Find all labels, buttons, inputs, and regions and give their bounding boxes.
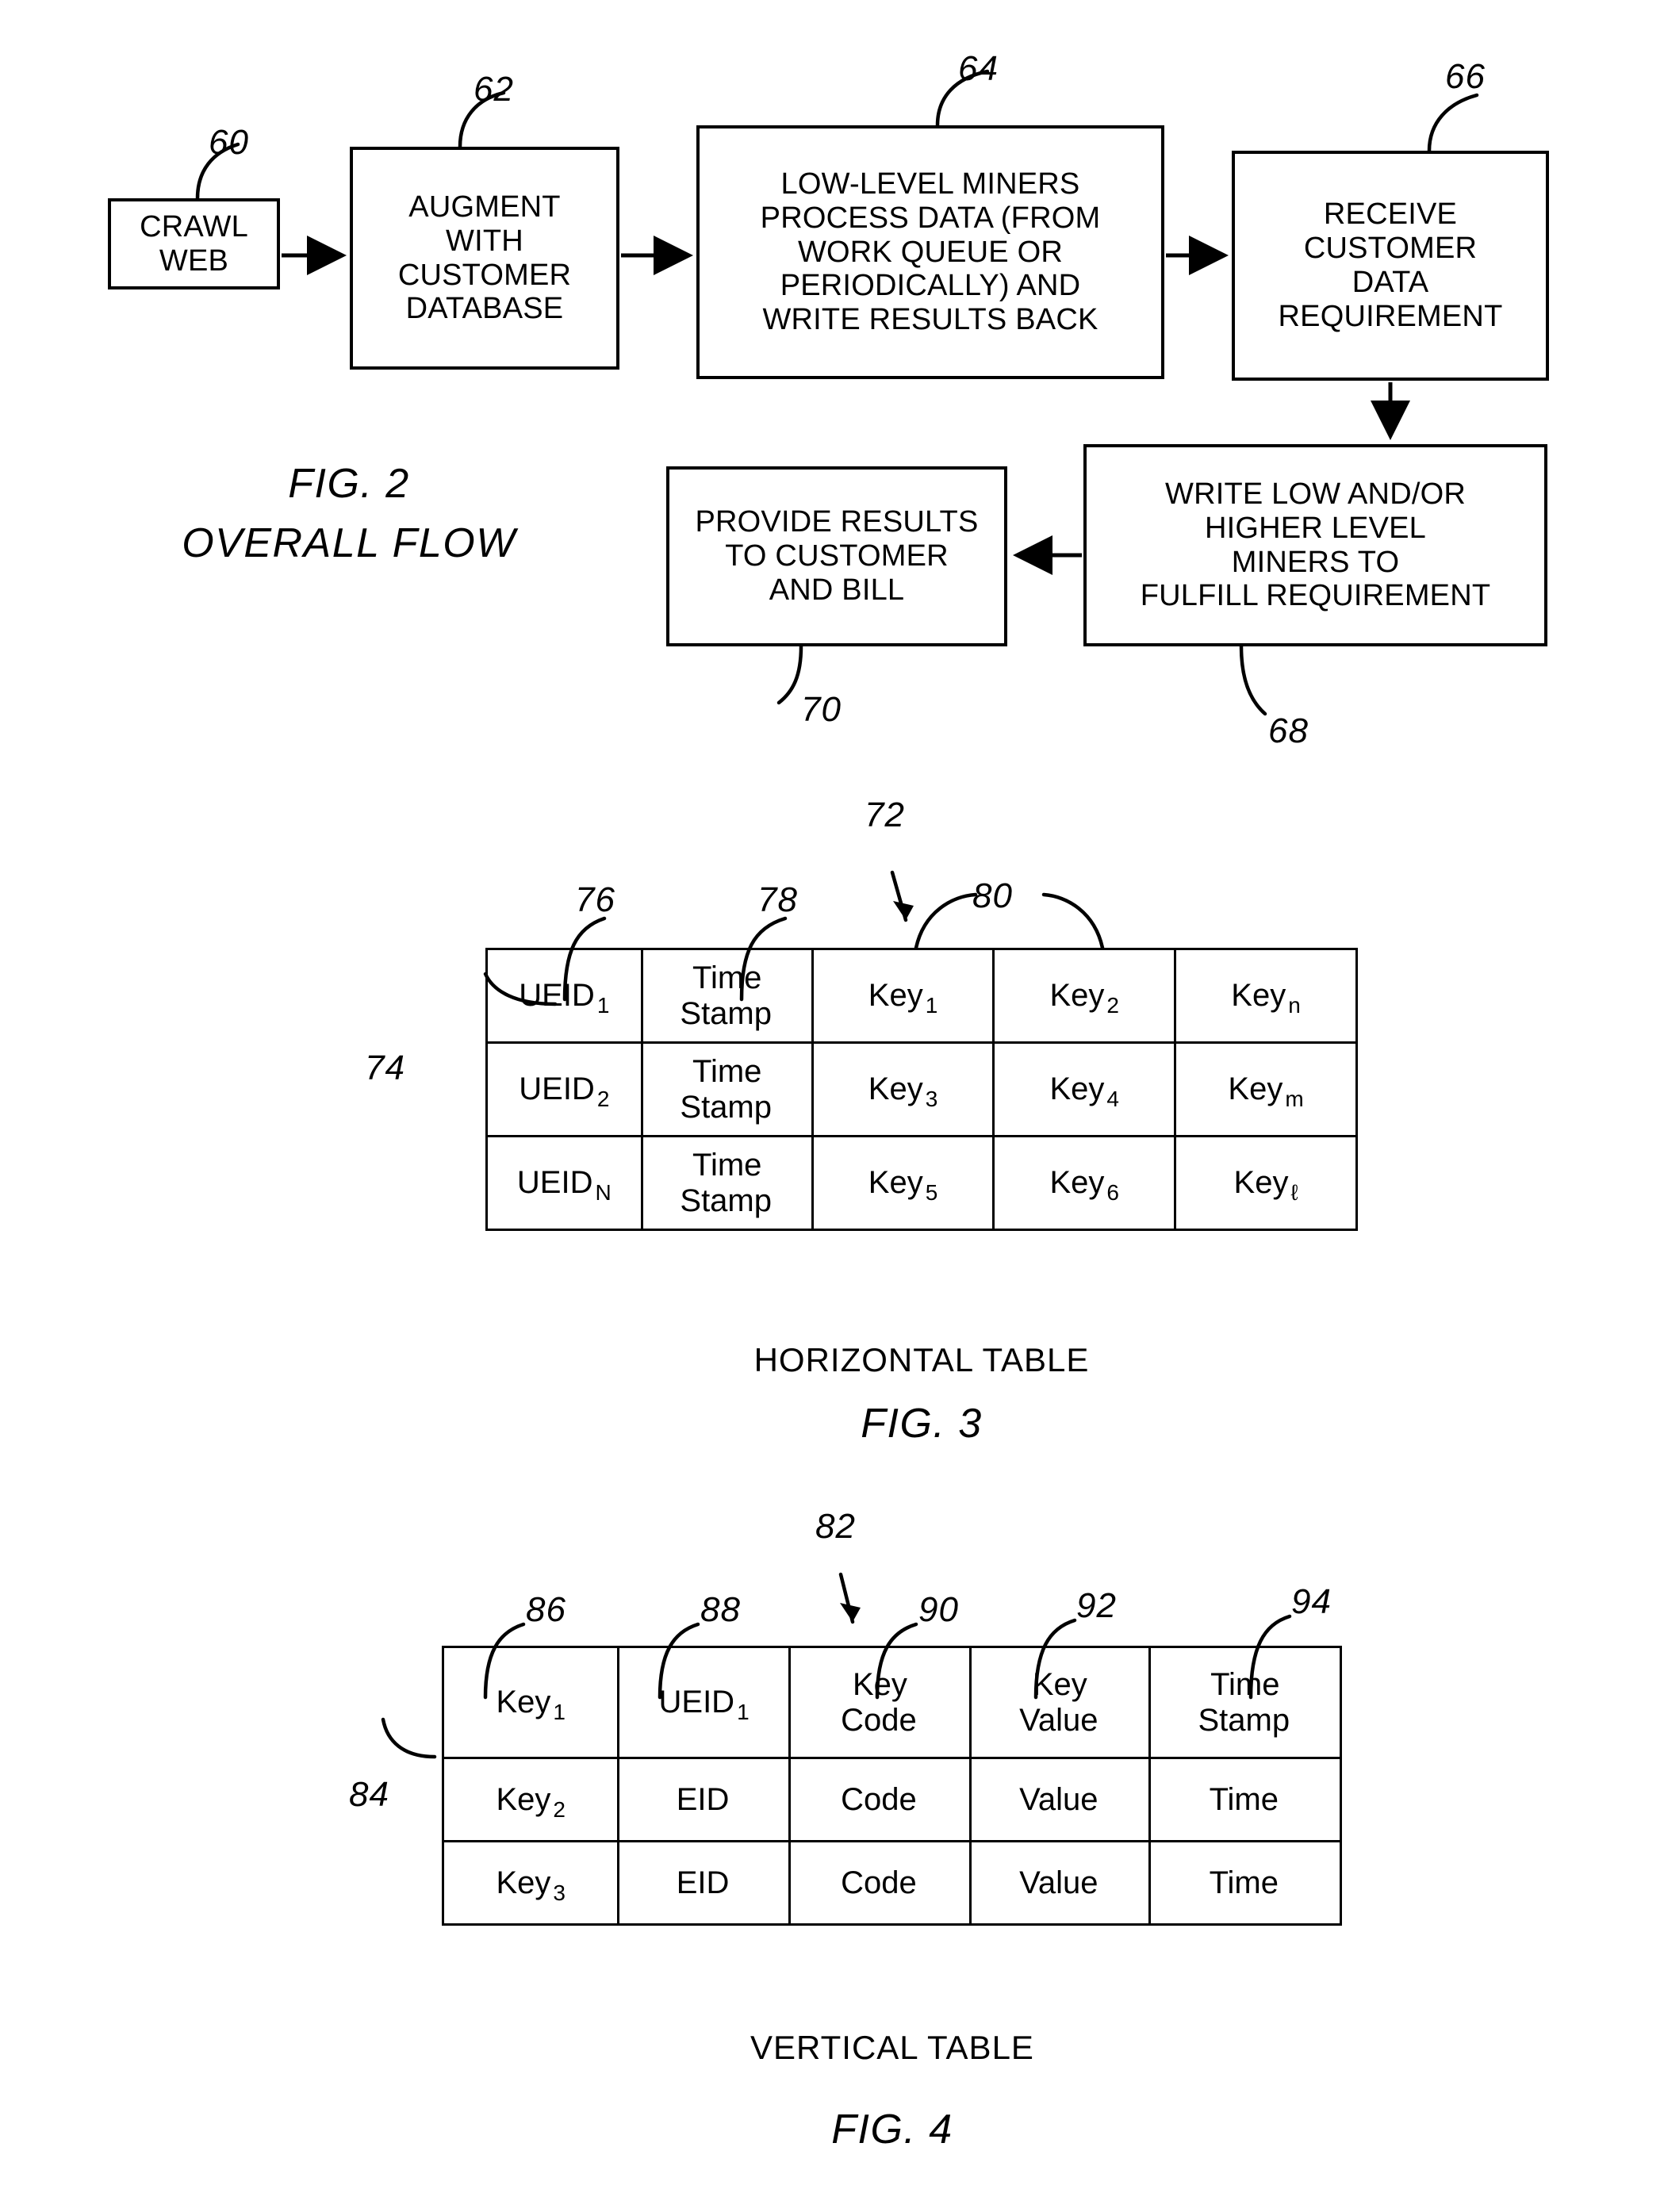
flow-box-crawl-web-label: CRAWL WEB bbox=[140, 209, 248, 278]
table-cell: UEID 1 bbox=[617, 1646, 791, 1759]
table-cell: Value bbox=[969, 1840, 1151, 1926]
ref-numeral-72: 72 bbox=[865, 795, 905, 834]
table-cell: Key 2 bbox=[992, 948, 1177, 1044]
vertical-table-body: Key 1 UEID 1 Key Code Key Value Time Stamp… bbox=[441, 1646, 1343, 1926]
flow-box-receive-label: RECEIVE CUSTOMER DATA REQUIREMENT bbox=[1278, 197, 1503, 333]
table-cell: Key Value bbox=[969, 1646, 1151, 1759]
ref-numeral-64: 64 bbox=[958, 49, 999, 88]
ref-numeral-84: 84 bbox=[349, 1775, 389, 1814]
flow-box-augment-with-customer-database: AUGMENT WITH CUSTOMER DATABASE bbox=[350, 147, 619, 370]
flow-box-receive-customer-data-requirement: RECEIVE CUSTOMER DATA REQUIREMENT bbox=[1232, 151, 1549, 381]
table-cell: Code bbox=[788, 1840, 972, 1926]
flow-box-augment-label: AUGMENT WITH CUSTOMER DATABASE bbox=[397, 190, 572, 326]
arrowhead-72 bbox=[893, 901, 914, 920]
table-cell: UEID N bbox=[485, 1135, 643, 1231]
figure-3-caption: FIG. 3 bbox=[861, 1401, 983, 1447]
table-cell: Code bbox=[788, 1757, 972, 1842]
figure-2-caption-line1: FIG. 2 bbox=[288, 461, 410, 507]
table-cell: Key 1 bbox=[811, 948, 995, 1044]
arrowhead-82 bbox=[840, 1603, 861, 1622]
ref-numeral-92: 92 bbox=[1076, 1586, 1117, 1625]
horizontal-table-body: UEID 1 Time Stamp Key 1 Key 2 Key n UEID 2 Ti… bbox=[485, 948, 1358, 1231]
table-row: Key 2 EID Code Value Time bbox=[441, 1757, 1343, 1842]
table-row: UEID 2 Time Stamp Key 3 Key 4 Key m bbox=[485, 1041, 1358, 1137]
ref-numeral-82: 82 bbox=[815, 1507, 856, 1546]
ref-numeral-88: 88 bbox=[700, 1590, 741, 1629]
ref-numeral-74: 74 bbox=[365, 1048, 405, 1087]
flow-box-low-level-miners-label: LOW-LEVEL MINERS PROCESS DATA (FROM WORK… bbox=[760, 167, 1101, 337]
flow-box-write-miners: WRITE LOW AND/OR HIGHER LEVEL MINERS TO … bbox=[1083, 444, 1547, 646]
table-cell: Time bbox=[1148, 1840, 1343, 1926]
table-cell: Key n bbox=[1174, 948, 1358, 1044]
leader-84 bbox=[381, 1717, 437, 1759]
figure-2-caption-line2: OVERALL FLOW bbox=[182, 520, 516, 566]
table-cell: Key 3 bbox=[441, 1840, 620, 1926]
ref-numeral-78: 78 bbox=[757, 880, 798, 919]
ref-numeral-66: 66 bbox=[1445, 57, 1486, 96]
table-cell: EID bbox=[617, 1757, 791, 1842]
flow-box-provide-results: PROVIDE RESULTS TO CUSTOMER AND BILL bbox=[666, 466, 1007, 646]
table-cell: Time Stamp bbox=[640, 948, 814, 1044]
horizontal-table: UEID 1 Time Stamp Key 1 Key 2 Key n UEID 2 Ti… bbox=[485, 948, 1358, 1231]
table-cell: Time Stamp bbox=[1148, 1646, 1343, 1759]
ref-numeral-62: 62 bbox=[474, 70, 514, 109]
horizontal-table-title: HORIZONTAL TABLE bbox=[753, 1341, 1090, 1378]
ref-numeral-80: 80 bbox=[972, 876, 1013, 915]
ref-numeral-70: 70 bbox=[801, 690, 842, 729]
table-cell: Key 4 bbox=[992, 1041, 1177, 1137]
ref-numeral-68: 68 bbox=[1268, 711, 1309, 750]
table-cell: Key 2 bbox=[441, 1757, 620, 1842]
leader-80-left bbox=[914, 892, 978, 950]
table-cell: Time Stamp bbox=[640, 1135, 814, 1231]
leader-72-shaft bbox=[890, 870, 908, 922]
table-cell: Key Code bbox=[788, 1646, 972, 1759]
leader-70 bbox=[776, 644, 803, 705]
figure-4-caption: FIG. 4 bbox=[831, 2107, 953, 2153]
flow-box-write-miners-label: WRITE LOW AND/OR HIGHER LEVEL MINERS TO … bbox=[1140, 477, 1491, 613]
table-cell: Key 1 bbox=[441, 1646, 620, 1759]
ref-numeral-86: 86 bbox=[526, 1590, 566, 1629]
table-cell: Key m bbox=[1174, 1041, 1358, 1137]
table-cell: Time bbox=[1148, 1757, 1343, 1842]
table-cell: Key ℓ bbox=[1174, 1135, 1358, 1231]
ref-numeral-94: 94 bbox=[1291, 1582, 1332, 1621]
ref-numeral-76: 76 bbox=[575, 880, 615, 919]
flow-box-provide-results-label: PROVIDE RESULTS TO CUSTOMER AND BILL bbox=[695, 505, 979, 607]
leader-68 bbox=[1239, 644, 1267, 716]
table-row: UEID N Time Stamp Key 5 Key 6 Key ℓ bbox=[485, 1135, 1358, 1231]
vertical-table-title: VERTICAL TABLE bbox=[750, 2029, 1034, 2066]
table-cell: UEID 1 bbox=[485, 948, 643, 1044]
leader-66 bbox=[1427, 93, 1479, 153]
table-cell: Value bbox=[969, 1757, 1151, 1842]
table-row: Key 1 UEID 1 Key Code Key Value Time Stamp bbox=[441, 1646, 1343, 1759]
table-row: Key 3 EID Code Value Time bbox=[441, 1840, 1343, 1926]
table-cell: Key 5 bbox=[811, 1135, 995, 1231]
table-cell: Key 6 bbox=[992, 1135, 1177, 1231]
table-cell: Key 3 bbox=[811, 1041, 995, 1137]
table-cell: Time Stamp bbox=[640, 1041, 814, 1137]
ref-numeral-90: 90 bbox=[918, 1590, 959, 1629]
patent-figure-sheet: CRAWL WEB AUGMENT WITH CUSTOMER DATABASE… bbox=[0, 0, 1664, 2212]
vertical-table: Key 1 UEID 1 Key Code Key Value Time Stamp… bbox=[441, 1646, 1343, 1926]
flow-box-low-level-miners: LOW-LEVEL MINERS PROCESS DATA (FROM WORK… bbox=[696, 125, 1164, 379]
ref-numeral-60: 60 bbox=[209, 123, 249, 162]
leader-80-right bbox=[1041, 892, 1105, 950]
flow-box-crawl-web: CRAWL WEB bbox=[108, 198, 280, 289]
table-row: UEID 1 Time Stamp Key 1 Key 2 Key n bbox=[485, 948, 1358, 1044]
leader-82-shaft bbox=[838, 1572, 855, 1624]
table-cell: EID bbox=[617, 1840, 791, 1926]
table-cell: UEID 2 bbox=[485, 1041, 643, 1137]
